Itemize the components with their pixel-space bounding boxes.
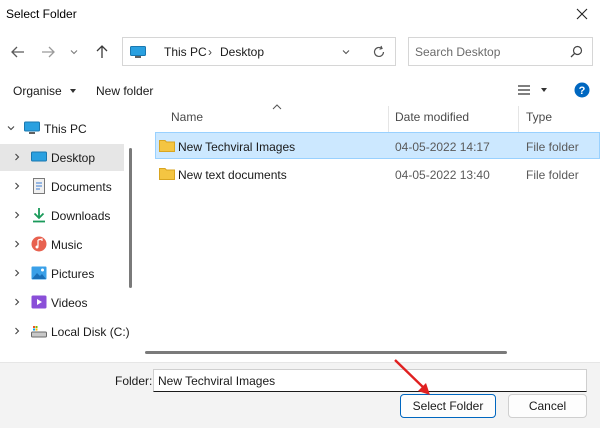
file-row[interactable]: New Techviral Images 04-05-2022 14:17 Fi…: [155, 132, 600, 159]
annotation-arrow-icon: [394, 359, 430, 395]
tree-item-pictures[interactable]: Pictures: [0, 260, 124, 287]
music-icon: [31, 236, 47, 252]
tree-label: Downloads: [51, 209, 111, 223]
tree-label: Pictures: [51, 267, 95, 281]
column-header-date[interactable]: Date modified: [395, 110, 469, 124]
caret-down-icon: [70, 89, 77, 93]
folder-name-input[interactable]: [153, 369, 587, 392]
tree-item-downloads[interactable]: Downloads: [0, 202, 124, 229]
tree-label: Desktop: [51, 151, 96, 165]
pictures-icon: [31, 266, 47, 280]
breadcrumb-desktop[interactable]: Desktop: [220, 45, 264, 59]
recent-locations-button[interactable]: [64, 42, 84, 62]
tree-item-music[interactable]: Music: [0, 231, 124, 258]
caret-down-icon: [541, 88, 548, 92]
view-options-button[interactable]: [517, 84, 548, 99]
address-bar[interactable]: This PC › Desktop: [122, 37, 396, 66]
tree-item-desktop[interactable]: Desktop: [0, 144, 124, 171]
chevron-right-icon[interactable]: [12, 181, 22, 191]
videos-icon: [31, 295, 47, 309]
organise-label: Organise: [13, 84, 62, 98]
file-date: 04-05-2022 13:40: [395, 168, 490, 182]
sort-ascending-icon: [272, 104, 282, 110]
file-date: 04-05-2022 14:17: [395, 140, 490, 154]
column-header-type[interactable]: Type: [526, 110, 552, 124]
arrow-left-icon: [11, 46, 24, 58]
search-input[interactable]: [415, 43, 565, 61]
downloads-icon: [33, 208, 45, 223]
file-row[interactable]: New text documents 04-05-2022 13:40 File…: [155, 161, 600, 188]
tree-item-local-disk-c[interactable]: Local Disk (C:): [0, 318, 130, 345]
arrow-right-icon: [42, 46, 55, 58]
search-box[interactable]: [408, 37, 593, 66]
nav-scrollbar[interactable]: [129, 148, 132, 288]
file-name: New text documents: [178, 168, 287, 182]
command-bar: Organise New folder ?: [0, 78, 600, 104]
chevron-down-icon: [70, 50, 78, 55]
help-icon[interactable]: ?: [574, 82, 590, 98]
up-button[interactable]: [92, 42, 112, 62]
tree-label: Music: [51, 238, 83, 252]
forward-button[interactable]: [38, 42, 58, 62]
breadcrumb-this-pc[interactable]: This PC: [164, 45, 207, 59]
this-pc-icon: [24, 121, 40, 134]
tree-label: This PC: [44, 122, 87, 136]
tree-item-videos[interactable]: Videos: [0, 289, 124, 316]
breadcrumb-separator: ›: [208, 45, 212, 59]
back-button[interactable]: [8, 42, 28, 62]
window-title: Select Folder: [6, 7, 77, 21]
tree-label: Videos: [51, 296, 88, 310]
documents-icon: [33, 178, 45, 194]
close-icon: [576, 8, 588, 20]
local-disk-icon: [31, 326, 47, 338]
folder-label: Folder:: [115, 374, 153, 388]
tree-label: Documents: [51, 180, 112, 194]
search-icon[interactable]: [570, 45, 583, 58]
tree-item-documents[interactable]: Documents: [0, 173, 124, 200]
list-view-icon: [518, 85, 530, 95]
chevron-right-icon[interactable]: [12, 268, 22, 278]
svg-text:?: ?: [579, 85, 586, 97]
column-divider[interactable]: [388, 106, 389, 132]
organise-menu[interactable]: Organise: [13, 84, 77, 98]
chevron-right-icon[interactable]: [12, 297, 22, 307]
cancel-button[interactable]: Cancel: [508, 394, 587, 418]
dialog-footer: Folder: Select Folder Cancel: [0, 362, 600, 428]
this-pc-icon: [130, 46, 146, 58]
file-type: File folder: [526, 168, 579, 182]
tree-label: Local Disk (C:): [51, 325, 130, 339]
arrow-up-icon: [96, 45, 108, 58]
chevron-down-icon[interactable]: [341, 47, 351, 57]
chevron-right-icon[interactable]: [12, 239, 22, 249]
file-type: File folder: [526, 140, 579, 154]
chevron-right-icon[interactable]: [12, 210, 22, 220]
folder-icon: [159, 140, 175, 152]
title-bar: Select Folder: [0, 0, 600, 30]
close-button[interactable]: [564, 0, 600, 28]
horizontal-scrollbar[interactable]: [145, 351, 507, 354]
file-name: New Techviral Images: [178, 140, 296, 154]
chevron-right-icon[interactable]: [12, 326, 22, 336]
column-divider[interactable]: [518, 106, 519, 132]
folder-icon: [159, 168, 175, 180]
chevron-right-icon[interactable]: [12, 152, 22, 162]
new-folder-button[interactable]: New folder: [96, 84, 153, 98]
tree-item-this-pc[interactable]: This PC: [0, 115, 124, 142]
desktop-icon: [31, 151, 47, 162]
navigation-pane: This PC Desktop Documents Downloads Musi…: [0, 106, 136, 362]
refresh-icon[interactable]: [372, 45, 386, 59]
file-list: Name Date modified Type New Techviral Im…: [145, 104, 600, 362]
column-header-name[interactable]: Name: [171, 110, 203, 124]
chevron-down-icon[interactable]: [6, 123, 16, 133]
